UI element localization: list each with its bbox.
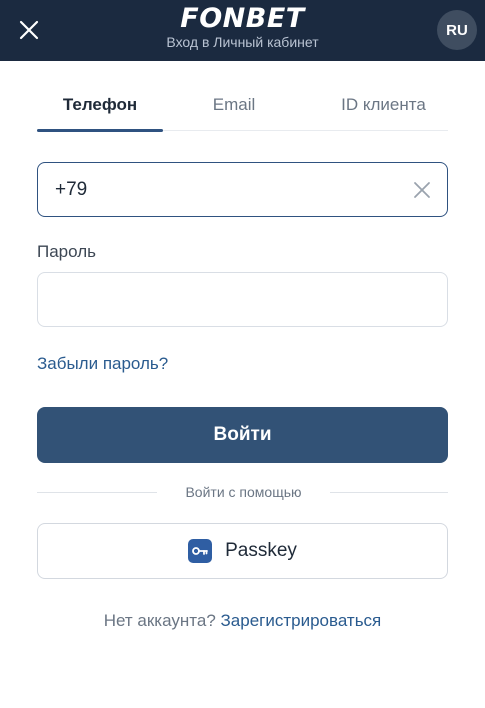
key-icon [188,539,213,563]
clear-icon[interactable] [413,181,431,199]
logo: FONBET [180,3,305,34]
login-method-tabs: Телефон Email ID клиента [37,87,448,132]
phone-input-value: +79 [55,179,88,200]
register-row: Нет аккаунта? Зарегистрироваться [0,611,485,631]
passkey-button[interactable]: Passkey [37,523,448,579]
forgot-password-link[interactable]: Забыли пароль? [37,354,168,374]
language-button[interactable]: RU [437,10,477,50]
header: FONBET Вход в Личный кабинет RU [0,0,485,61]
tab-phone[interactable]: Телефон [37,87,163,132]
divider-line [330,492,448,493]
divider-line [37,492,157,493]
tab-client-id[interactable]: ID клиента [319,87,448,131]
password-input[interactable] [37,272,448,327]
login-button[interactable]: Войти [37,407,448,463]
register-link[interactable]: Зарегистрироваться [221,611,382,630]
brand: FONBET Вход в Личный кабинет [0,3,485,50]
divider-text: Войти с помощью [185,484,302,500]
passkey-label: Passkey [225,540,297,561]
tab-email[interactable]: Email [189,87,279,131]
page-subtitle: Вход в Личный кабинет [166,34,319,50]
password-label: Пароль [37,242,96,261]
register-prompt: Нет аккаунта? [103,611,216,630]
phone-input[interactable]: +79 [37,162,448,217]
